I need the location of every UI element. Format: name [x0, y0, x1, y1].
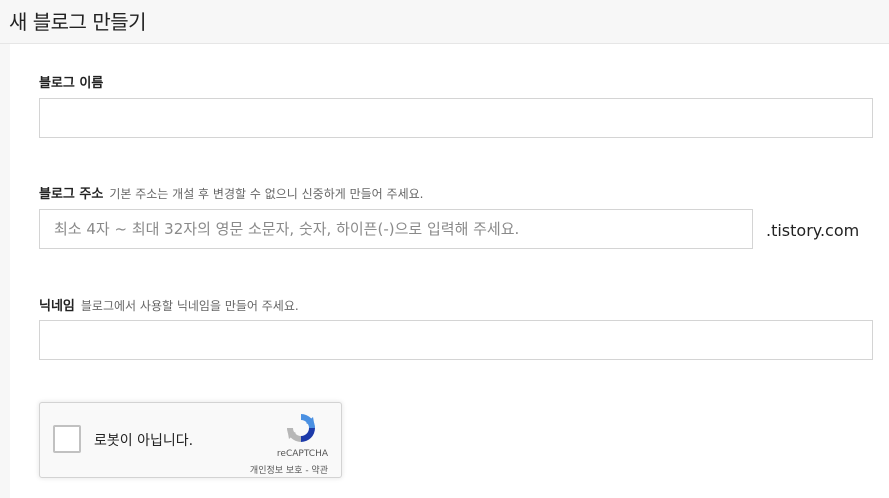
blog-address-hint: 기본 주소는 개설 후 변경할 수 없으니 신중하게 만들어 주세요.	[109, 187, 424, 201]
recaptcha-logo-icon	[287, 414, 315, 442]
left-gutter	[0, 44, 10, 498]
nickname-label-text: 닉네임	[39, 299, 75, 314]
blog-address-input[interactable]	[39, 209, 753, 249]
blog-address-label: 블로그 주소 기본 주소는 개설 후 변경할 수 없으니 신중하게 만들어 주세요…	[39, 183, 423, 202]
nickname-hint: 블로그에서 사용할 닉네임을 만들어 주세요.	[80, 299, 299, 313]
recaptcha-privacy-terms-links[interactable]: 개인정보 보호 - 약관	[250, 463, 328, 476]
blog-address-domain-suffix: .tistory.com	[766, 221, 860, 240]
nickname-input[interactable]	[39, 320, 873, 360]
recaptcha-widget: 로봇이 아닙니다. reCAPTCHA 개인정보 보호 - 약관	[39, 402, 342, 478]
page-header: 새 블로그 만들기	[0, 0, 889, 44]
blog-name-label: 블로그 이름	[39, 72, 103, 91]
page-title: 새 블로그 만들기	[9, 10, 147, 34]
blog-name-input[interactable]	[39, 98, 873, 138]
recaptcha-label: 로봇이 아닙니다.	[94, 433, 194, 449]
blog-name-label-text: 블로그 이름	[39, 76, 104, 91]
recaptcha-checkbox[interactable]	[53, 425, 81, 453]
nickname-label: 닉네임 블로그에서 사용할 닉네임을 만들어 주세요.	[39, 295, 299, 314]
blog-address-label-text: 블로그 주소	[39, 187, 104, 202]
recaptcha-brand: reCAPTCHA	[276, 449, 328, 459]
